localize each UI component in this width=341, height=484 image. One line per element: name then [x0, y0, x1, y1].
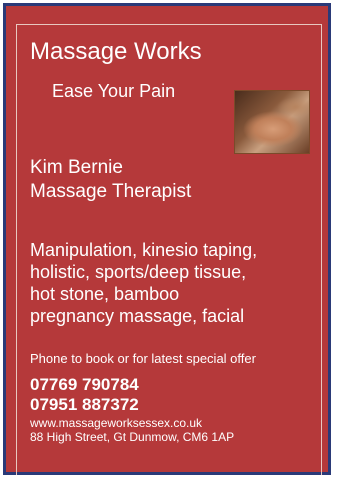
- tagline: Ease Your Pain: [52, 81, 176, 101]
- services-line: hot stone, bamboo: [30, 284, 180, 304]
- phone-label: Phone to book or for latest special offe…: [30, 351, 256, 366]
- services-line: holistic, sports/deep tissue,: [30, 262, 247, 282]
- business-name: Massage Works: [30, 38, 202, 65]
- services-line: Manipulation, kinesio taping,: [30, 240, 258, 260]
- phone-number-1[interactable]: 07769 790784: [30, 375, 139, 395]
- phone-number-2[interactable]: 07951 887372: [30, 395, 139, 415]
- services-line: pregnancy massage, facial: [30, 306, 245, 326]
- massage-photo: [234, 90, 310, 154]
- business-card: Massage Works Ease Your Pain Kim Bernie …: [3, 3, 331, 475]
- therapist-name: Kim Bernie: [30, 157, 123, 178]
- therapist-role: Massage Therapist: [30, 181, 192, 202]
- website-link[interactable]: www.massageworksessex.co.uk: [30, 416, 202, 430]
- address: 88 High Street, Gt Dunmow, CM6 1AP: [30, 430, 235, 444]
- services-list: Manipulation, kinesio taping, holistic, …: [30, 239, 257, 327]
